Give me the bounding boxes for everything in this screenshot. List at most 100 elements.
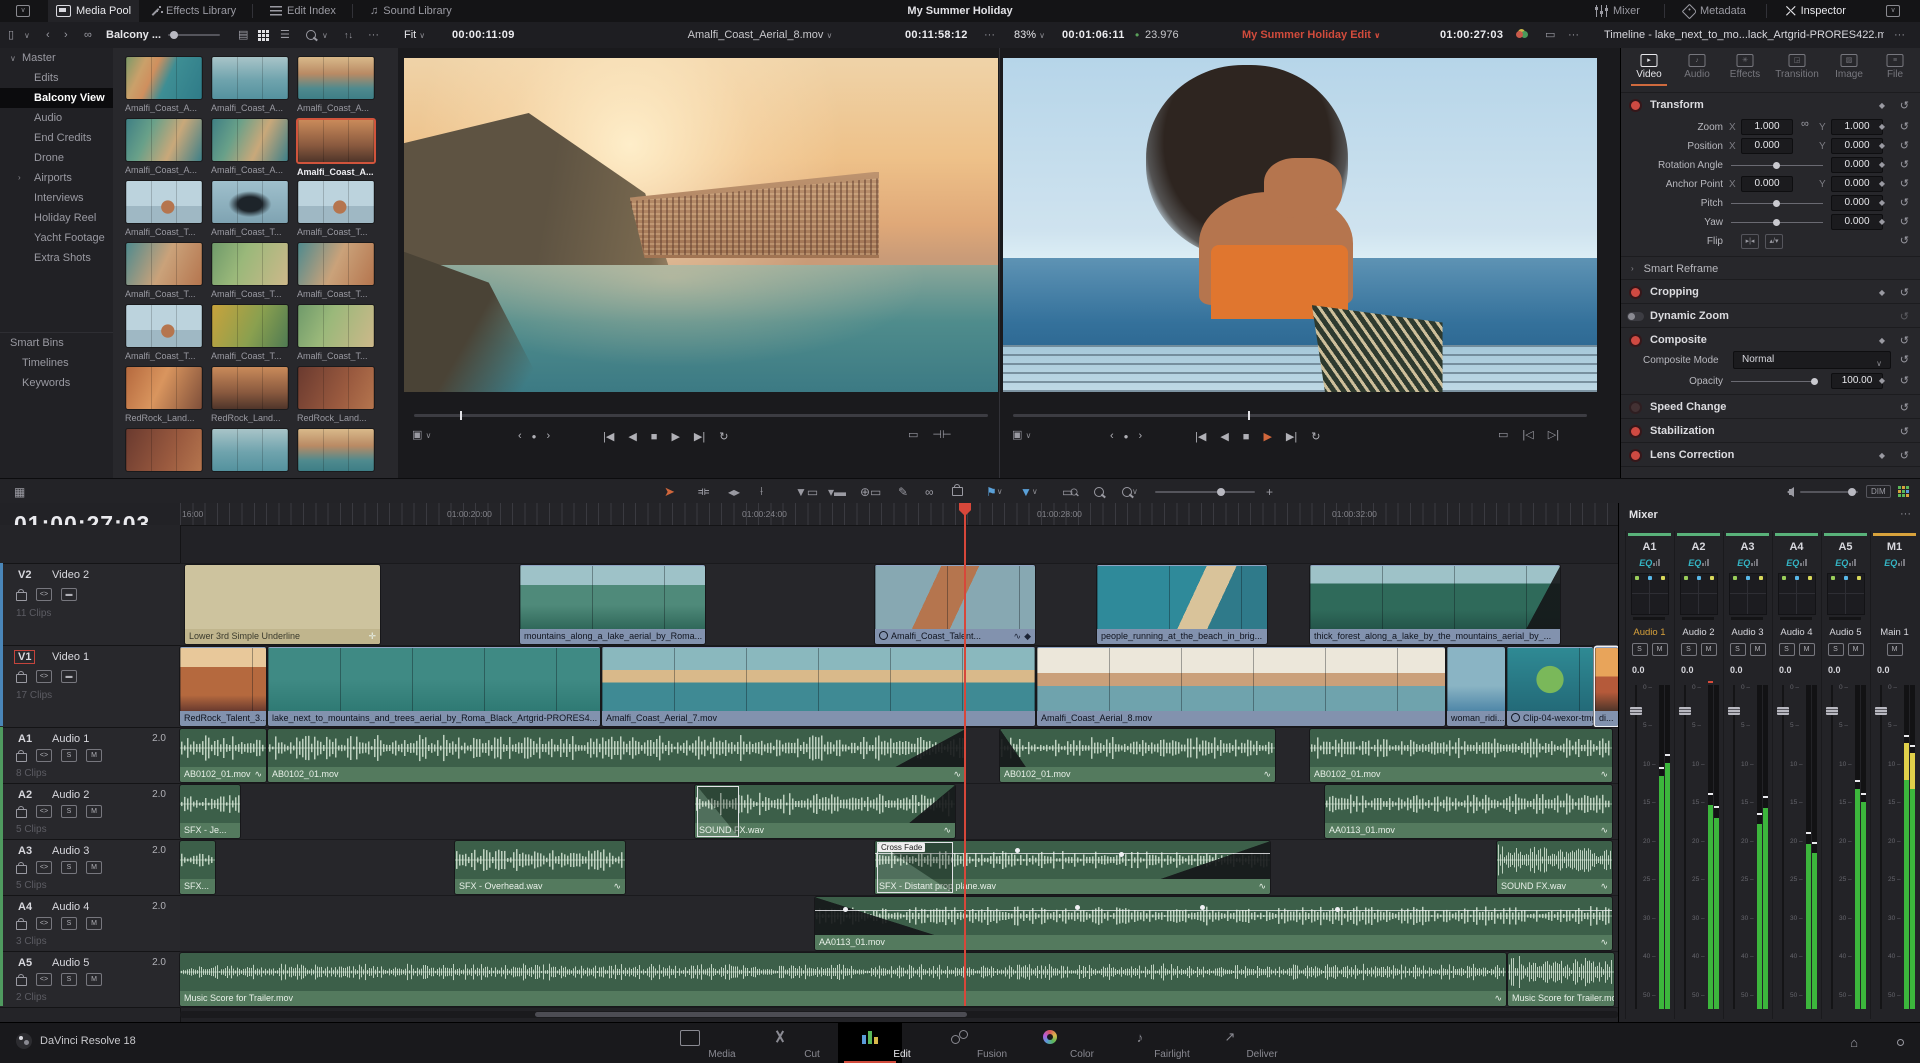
- rotation-slider[interactable]: [1731, 162, 1823, 169]
- media-clip[interactable]: [297, 428, 375, 472]
- source-scrub-bar[interactable]: [414, 411, 988, 420]
- solo-button[interactable]: S: [61, 805, 77, 818]
- media-clip[interactable]: Amalfi_Coast_T...: [211, 242, 289, 299]
- lock-icon[interactable]: [16, 750, 27, 762]
- yaw-field[interactable]: 0.000: [1831, 214, 1883, 230]
- section-lens-correction[interactable]: Lens Correction ◆ ↺: [1621, 442, 1920, 467]
- pool-panel-icon[interactable]: ▯: [8, 22, 14, 48]
- timeline-clip[interactable]: woman_ridi...: [1447, 647, 1505, 726]
- mute-button[interactable]: M: [1700, 643, 1717, 656]
- more-options-icon[interactable]: ···: [1568, 22, 1579, 48]
- bin-end-credits[interactable]: End Credits: [0, 128, 113, 148]
- link-icon[interactable]: ∞: [1801, 119, 1809, 130]
- bin-edits[interactable]: Edits: [0, 68, 113, 88]
- audio-clip[interactable]: SOUND FX.wav∿: [1497, 841, 1612, 894]
- yaw-slider[interactable]: [1731, 219, 1823, 226]
- track-v1-lane[interactable]: RedRock_Talent_3... lake_next_to_mountai…: [180, 645, 1618, 728]
- opacity-slider[interactable]: [1731, 378, 1818, 385]
- keyframe-icon[interactable]: ◆: [1879, 141, 1885, 150]
- track-header-a2[interactable]: A2 Audio 2 2.0 <> S M 5 Clips: [0, 783, 180, 840]
- audio-clip[interactable]: Music Score for Trailer.mov ∿: [180, 953, 1506, 1006]
- media-clip[interactable]: Amalfi_Coast_A...: [125, 56, 203, 113]
- pan-pad[interactable]: [1827, 573, 1865, 615]
- pan-scrollbar[interactable]: [1731, 617, 1763, 620]
- zoom-custom-icon[interactable]: ∨: [1122, 479, 1138, 504]
- sort-icon[interactable]: ↑↓: [344, 22, 353, 48]
- lock-icon[interactable]: [16, 862, 27, 874]
- back-icon[interactable]: ‹: [46, 22, 50, 48]
- timeline-zoom-select[interactable]: 83% ∨: [1014, 22, 1045, 48]
- source-clip-select[interactable]: Amalfi_Coast_Aerial_8.mov ∨: [620, 22, 900, 48]
- keyframe-icon[interactable]: ◆: [1879, 160, 1885, 169]
- tab-mixer[interactable]: Mixer: [1588, 0, 1648, 22]
- bin-holiday-reel[interactable]: Holiday Reel: [0, 208, 113, 228]
- inspector-tab-transition[interactable]: ◲ Transition: [1771, 54, 1823, 80]
- flag-icon[interactable]: ⚑ ∨: [986, 479, 1003, 504]
- eq-button[interactable]: EQ: [1675, 558, 1722, 568]
- anchor-y-field[interactable]: 0.000: [1831, 176, 1883, 192]
- keyframe-icon[interactable]: ◆: [1879, 451, 1885, 460]
- audio-clip[interactable]: SFX - Distant prop plane.wav∿ Cross Fade: [875, 841, 1270, 894]
- rotation-field[interactable]: 0.000: [1831, 157, 1883, 173]
- reset-icon[interactable]: ↺: [1900, 177, 1909, 190]
- toggle-off[interactable]: [1627, 311, 1644, 321]
- track-header-a1[interactable]: A1 Audio 1 2.0 <> S M 8 Clips: [0, 727, 180, 784]
- position-x-field[interactable]: 0.000: [1741, 138, 1793, 154]
- media-clip[interactable]: Amalfi_Coast_A...: [211, 56, 289, 113]
- zoom-y-field[interactable]: 1.000: [1831, 119, 1883, 135]
- replace-clip-icon[interactable]: ⊕▭: [860, 479, 881, 504]
- mixer-options-icon[interactable]: ···: [1900, 509, 1911, 520]
- zoom-in-icon[interactable]: +: [1266, 479, 1273, 504]
- bin-balcony-view[interactable]: Balcony View: [0, 88, 113, 108]
- link-clips-icon[interactable]: ∞: [925, 479, 934, 504]
- dim-button[interactable]: DIM: [1866, 479, 1891, 504]
- solo-button[interactable]: S: [1631, 643, 1648, 656]
- reset-icon[interactable]: ↺: [1900, 310, 1909, 323]
- section-cropping[interactable]: Cropping ◆ ↺: [1621, 279, 1920, 304]
- reset-icon[interactable]: ↺: [1900, 334, 1909, 347]
- jog-left-icon[interactable]: ‹: [1110, 430, 1114, 442]
- bin-timelines[interactable]: Timelines: [0, 353, 113, 373]
- mute-button[interactable]: M: [1749, 643, 1766, 656]
- keyframe-icon[interactable]: ◆: [1879, 122, 1885, 131]
- insert-clip-icon[interactable]: ▼▭: [795, 479, 818, 504]
- track-header-a3[interactable]: A3 Audio 3 2.0 <> S M 5 Clips: [0, 839, 180, 896]
- timeline-scrub-bar[interactable]: [1013, 411, 1587, 420]
- loop-icon[interactable]: ↻: [1311, 430, 1320, 443]
- mute-button[interactable]: M: [86, 749, 102, 762]
- in-out-icon[interactable]: ⊣⊢: [932, 430, 951, 441]
- thumbnail-view-icon[interactable]: [258, 22, 269, 48]
- inspector-tab-video[interactable]: ▸ Video: [1627, 54, 1671, 86]
- keyframe-icon[interactable]: ◆: [1879, 217, 1885, 226]
- solo-button[interactable]: S: [61, 861, 77, 874]
- media-clip-selected[interactable]: Amalfi_Coast_A...: [296, 118, 376, 177]
- step-back-icon[interactable]: ◀: [628, 430, 636, 443]
- jog-dot-icon[interactable]: ●: [532, 432, 537, 441]
- thumb-size-slider[interactable]: [168, 22, 220, 48]
- bin-yacht-footage[interactable]: Yacht Footage: [0, 228, 113, 248]
- bin-extra-shots[interactable]: Extra Shots: [0, 248, 113, 268]
- more-options-icon[interactable]: ···: [368, 22, 379, 48]
- track-a1-lane[interactable]: AB0102_01.mov ∿ AB0102_01.mov ∿ AB0102_01.…: [180, 727, 1618, 784]
- timeline-clip[interactable]: lake_next_to_mountains_and_trees_aerial_…: [268, 647, 600, 726]
- keyframe-icon[interactable]: ◆: [1879, 179, 1885, 188]
- pan-scrollbar[interactable]: [1829, 617, 1861, 620]
- jog-right-icon[interactable]: ›: [547, 430, 551, 442]
- keyframe-icon[interactable]: ◆: [1879, 101, 1885, 110]
- chevron-down-icon[interactable]: ∨: [24, 22, 30, 48]
- step-icon[interactable]: ▷|: [1548, 430, 1559, 441]
- reset-icon[interactable]: ↺: [1900, 99, 1909, 112]
- enable-dot[interactable]: [1629, 424, 1642, 438]
- channel-fader[interactable]: 0510152025304050: [1626, 681, 1673, 1013]
- media-clip[interactable]: RedRock_Land...: [297, 366, 375, 423]
- audio-monitor-icon[interactable]: [1782, 479, 1794, 504]
- enable-dot[interactable]: [1629, 333, 1642, 347]
- section-composite[interactable]: Composite ◆ ↺: [1621, 327, 1920, 352]
- reset-icon[interactable]: ↺: [1900, 401, 1909, 414]
- flip-vertical-button[interactable]: ▴/▾: [1765, 233, 1783, 249]
- mute-button[interactable]: M: [1798, 643, 1815, 656]
- jog-dot-icon[interactable]: ●: [1124, 432, 1129, 441]
- mute-button[interactable]: M: [86, 861, 102, 874]
- page-cut[interactable]: Cut: [748, 1023, 820, 1063]
- zoom-box-icon[interactable]: [1094, 479, 1104, 504]
